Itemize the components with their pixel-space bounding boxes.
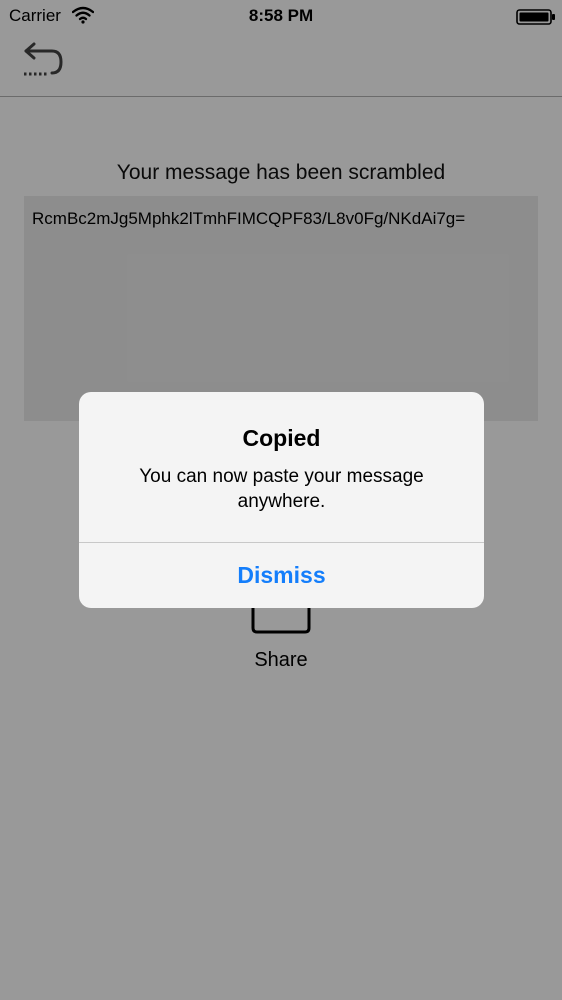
- alert-dialog: Copied You can now paste your message an…: [79, 392, 484, 608]
- dismiss-button[interactable]: Dismiss: [79, 543, 484, 608]
- alert-message: You can now paste your message anywhere.: [139, 466, 424, 512]
- alert-title: Copied: [242, 425, 321, 451]
